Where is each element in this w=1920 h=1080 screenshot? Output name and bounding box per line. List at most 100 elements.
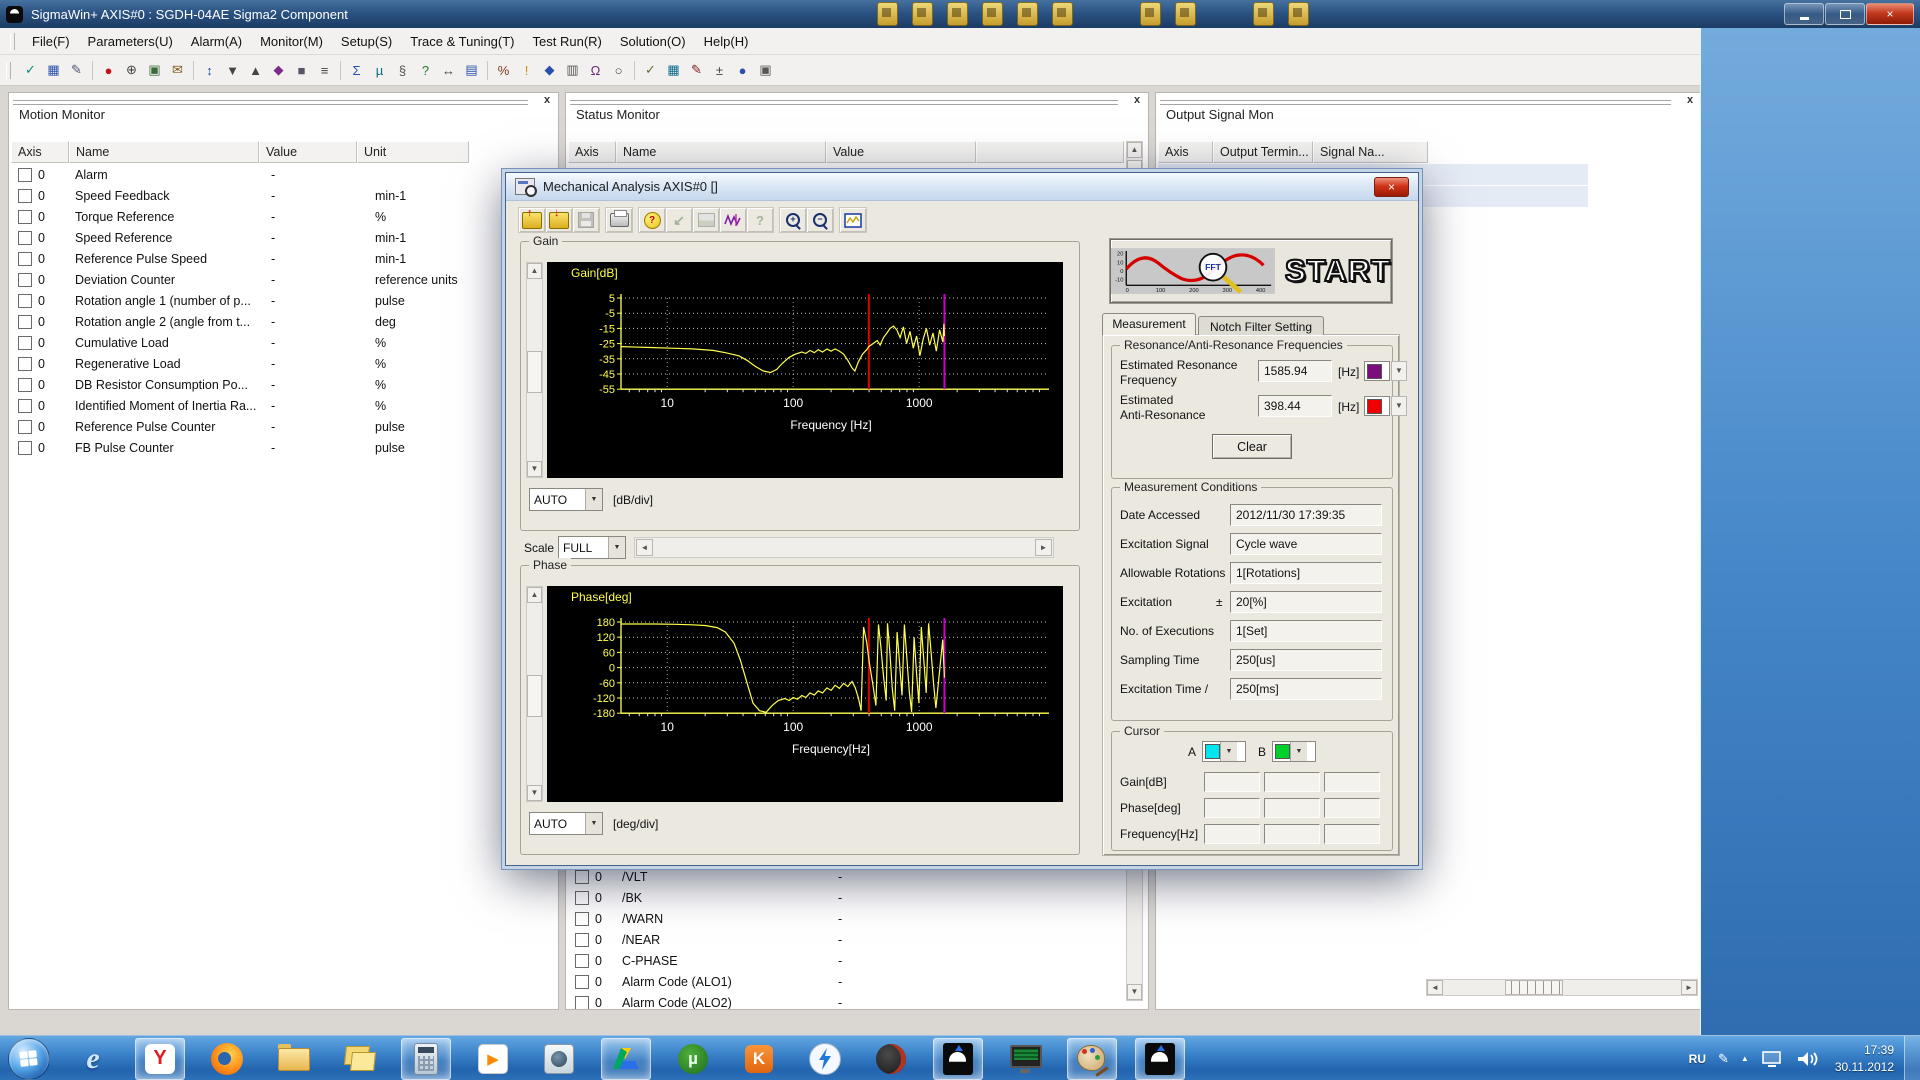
volume-tray-icon[interactable] (1795, 1049, 1819, 1069)
scroll-down-icon[interactable]: ▼ (1127, 984, 1142, 1000)
zoom-out-icon[interactable]: − (806, 207, 834, 233)
row-checkbox[interactable] (575, 912, 589, 926)
column-header-axis[interactable]: Axis (1158, 141, 1213, 163)
gain-vertical-scrollbar[interactable]: ▲ ▼ (526, 262, 543, 478)
cursor-a-color-select[interactable]: ▼ (1202, 741, 1246, 762)
scroll-right-icon[interactable]: ► (1035, 539, 1052, 556)
menu-item-alarm[interactable]: Alarm(A) (182, 31, 251, 52)
menu-item-monitor[interactable]: Monitor(M) (251, 31, 332, 52)
table-row[interactable]: 0/NEAR- (568, 929, 842, 950)
row-checkbox[interactable] (18, 252, 32, 266)
table-row[interactable]: 0DB Resistor Consumption Po...-% (11, 374, 386, 395)
scale-select[interactable]: FULL ▼ (558, 536, 626, 559)
row-checkbox[interactable] (18, 210, 32, 224)
scroll-up-icon[interactable]: ▲ (1127, 142, 1142, 158)
table-row[interactable]: 0Torque Reference-% (11, 206, 386, 227)
app-toolbar-icon-2[interactable]: ▦ (43, 60, 64, 81)
save-icon[interactable]: ↓ (545, 207, 573, 233)
taskbar-item-zip-lightning-app[interactable] (801, 1039, 849, 1079)
app-toolbar-icon-1[interactable]: ✓ (20, 60, 41, 81)
menu-item-parameters[interactable]: Parameters(U) (79, 31, 182, 52)
row-checkbox[interactable] (18, 441, 32, 455)
row-checkbox[interactable] (18, 294, 32, 308)
table-row[interactable]: 0/BK- (568, 887, 842, 908)
app-toolbar-icon-26[interactable]: ✓ (640, 60, 661, 81)
column-header-axis[interactable]: Axis (11, 141, 69, 163)
taskbar-item-calculator[interactable] (401, 1038, 451, 1080)
display-tray-icon[interactable] (1761, 1050, 1783, 1068)
picture-icon[interactable] (692, 207, 720, 233)
chevron-down-icon[interactable]: ▼ (585, 489, 602, 510)
table-row[interactable]: 0Alarm Code (ALO2)- (568, 992, 842, 1010)
clear-button[interactable]: Clear (1212, 434, 1292, 459)
app-toolbar-icon-18[interactable]: ↔ (438, 60, 459, 81)
taskbar-item-kmplayer[interactable]: K (735, 1039, 783, 1079)
app-toolbar-icon-7[interactable]: ✉ (167, 60, 188, 81)
row-checkbox[interactable] (575, 954, 589, 968)
table-row[interactable]: 0Alarm Code (ALO1)- (568, 971, 842, 992)
tab-notch-filter-setting[interactable]: Notch Filter Setting (1198, 316, 1324, 335)
row-checkbox[interactable] (575, 996, 589, 1010)
app-toolbar-icon-3[interactable]: ✎ (66, 60, 87, 81)
row-checkbox[interactable] (575, 933, 589, 947)
chevron-down-icon[interactable]: ▼ (1220, 742, 1237, 761)
taskbar-item-camera-app[interactable] (535, 1039, 583, 1079)
table-row[interactable]: 0Cumulative Load-% (11, 332, 386, 353)
app-toolbar-icon-31[interactable]: ▣ (755, 60, 776, 81)
taskbar-clock[interactable]: 17:39 30.11.2012 (1835, 1042, 1894, 1076)
row-checkbox[interactable] (18, 168, 32, 182)
taskbar-item-sigmawin-2[interactable] (1135, 1038, 1185, 1080)
app-toolbar-icon-29[interactable]: ± (709, 60, 730, 81)
table-row[interactable]: 0Rotation angle 1 (number of p...-pulse (11, 290, 405, 311)
taskbar-item-sigmawin[interactable] (933, 1038, 983, 1080)
motion-panel-close-icon[interactable]: x (540, 94, 554, 108)
app-titlebar[interactable]: SigmaWin+ AXIS#0 : SGDH-04AE Sigma2 Comp… (0, 0, 1920, 28)
column-header-unit[interactable]: Unit (357, 141, 469, 163)
taskbar-item-utorrent[interactable]: µ (669, 1039, 717, 1079)
gain-div-select[interactable]: AUTO ▼ (529, 488, 603, 511)
maximize-button[interactable] (1825, 3, 1865, 25)
chevron-down-icon[interactable]: ▼ (608, 537, 625, 558)
app-toolbar-icon-20[interactable]: % (493, 60, 514, 81)
app-toolbar-icon-16[interactable]: § (392, 60, 413, 81)
column-header-name[interactable]: Name (616, 141, 826, 163)
app-toolbar-icon-19[interactable]: ▤ (461, 60, 482, 81)
table-row[interactable]: 0Regenerative Load-% (11, 353, 386, 374)
app-toolbar-icon-13[interactable]: ≡ (314, 60, 335, 81)
taskbar-item-windows-explorer[interactable] (269, 1039, 317, 1079)
close-button[interactable]: × (1866, 3, 1914, 25)
taskbar-item-remote-monitor[interactable] (1001, 1039, 1049, 1079)
table-row[interactable]: 0Speed Reference-min-1 (11, 227, 406, 248)
scroll-up-icon[interactable]: ▲ (527, 263, 542, 279)
dialog-titlebar[interactable]: Mechanical Analysis AXIS#0 [] × (506, 173, 1418, 201)
app-toolbar-icon-27[interactable]: ▦ (663, 60, 684, 81)
taskbar-item-documents-folders[interactable] (335, 1039, 383, 1079)
table-row[interactable]: 0/WARN- (568, 908, 842, 929)
show-desktop-button[interactable] (1904, 1036, 1920, 1080)
scroll-left-icon[interactable]: ◄ (1427, 980, 1443, 995)
app-toolbar-icon-4[interactable]: ● (98, 60, 119, 81)
row-checkbox[interactable] (18, 357, 32, 371)
app-toolbar-icon-14[interactable]: Σ (346, 60, 367, 81)
taskbar-item-google-drive[interactable] (601, 1038, 651, 1080)
row-checkbox[interactable] (18, 189, 32, 203)
menu-item-setup[interactable]: Setup(S) (332, 31, 401, 52)
row-checkbox[interactable] (18, 231, 32, 245)
dialog-close-button[interactable]: × (1374, 177, 1409, 197)
show-hidden-icons-chevron[interactable]: ▲ (1741, 1054, 1749, 1063)
table-row[interactable]: 0Reference Pulse Speed-min-1 (11, 248, 406, 269)
chevron-down-icon[interactable]: ▼ (1290, 742, 1307, 761)
tab-measurement[interactable]: Measurement (1102, 313, 1196, 335)
table-row[interactable]: 0/VLT- (568, 866, 842, 887)
row-checkbox[interactable] (575, 891, 589, 905)
row-checkbox[interactable] (18, 420, 32, 434)
app-toolbar-icon-23[interactable]: ▥ (562, 60, 583, 81)
pen-input-icon[interactable]: ✎ (1718, 1051, 1729, 1067)
menu-item-test-run[interactable]: Test Run(R) (524, 31, 611, 52)
help-face-icon[interactable]: ? (638, 207, 666, 233)
phase-vertical-scrollbar[interactable]: ▲ ▼ (526, 586, 543, 802)
table-row[interactable]: 0Rotation angle 2 (angle from t...-deg (11, 311, 396, 332)
resonance-color-select[interactable] (1364, 361, 1390, 381)
chevron-down-icon[interactable]: ▼ (585, 813, 602, 834)
app-toolbar-icon-11[interactable]: ◆ (268, 60, 289, 81)
